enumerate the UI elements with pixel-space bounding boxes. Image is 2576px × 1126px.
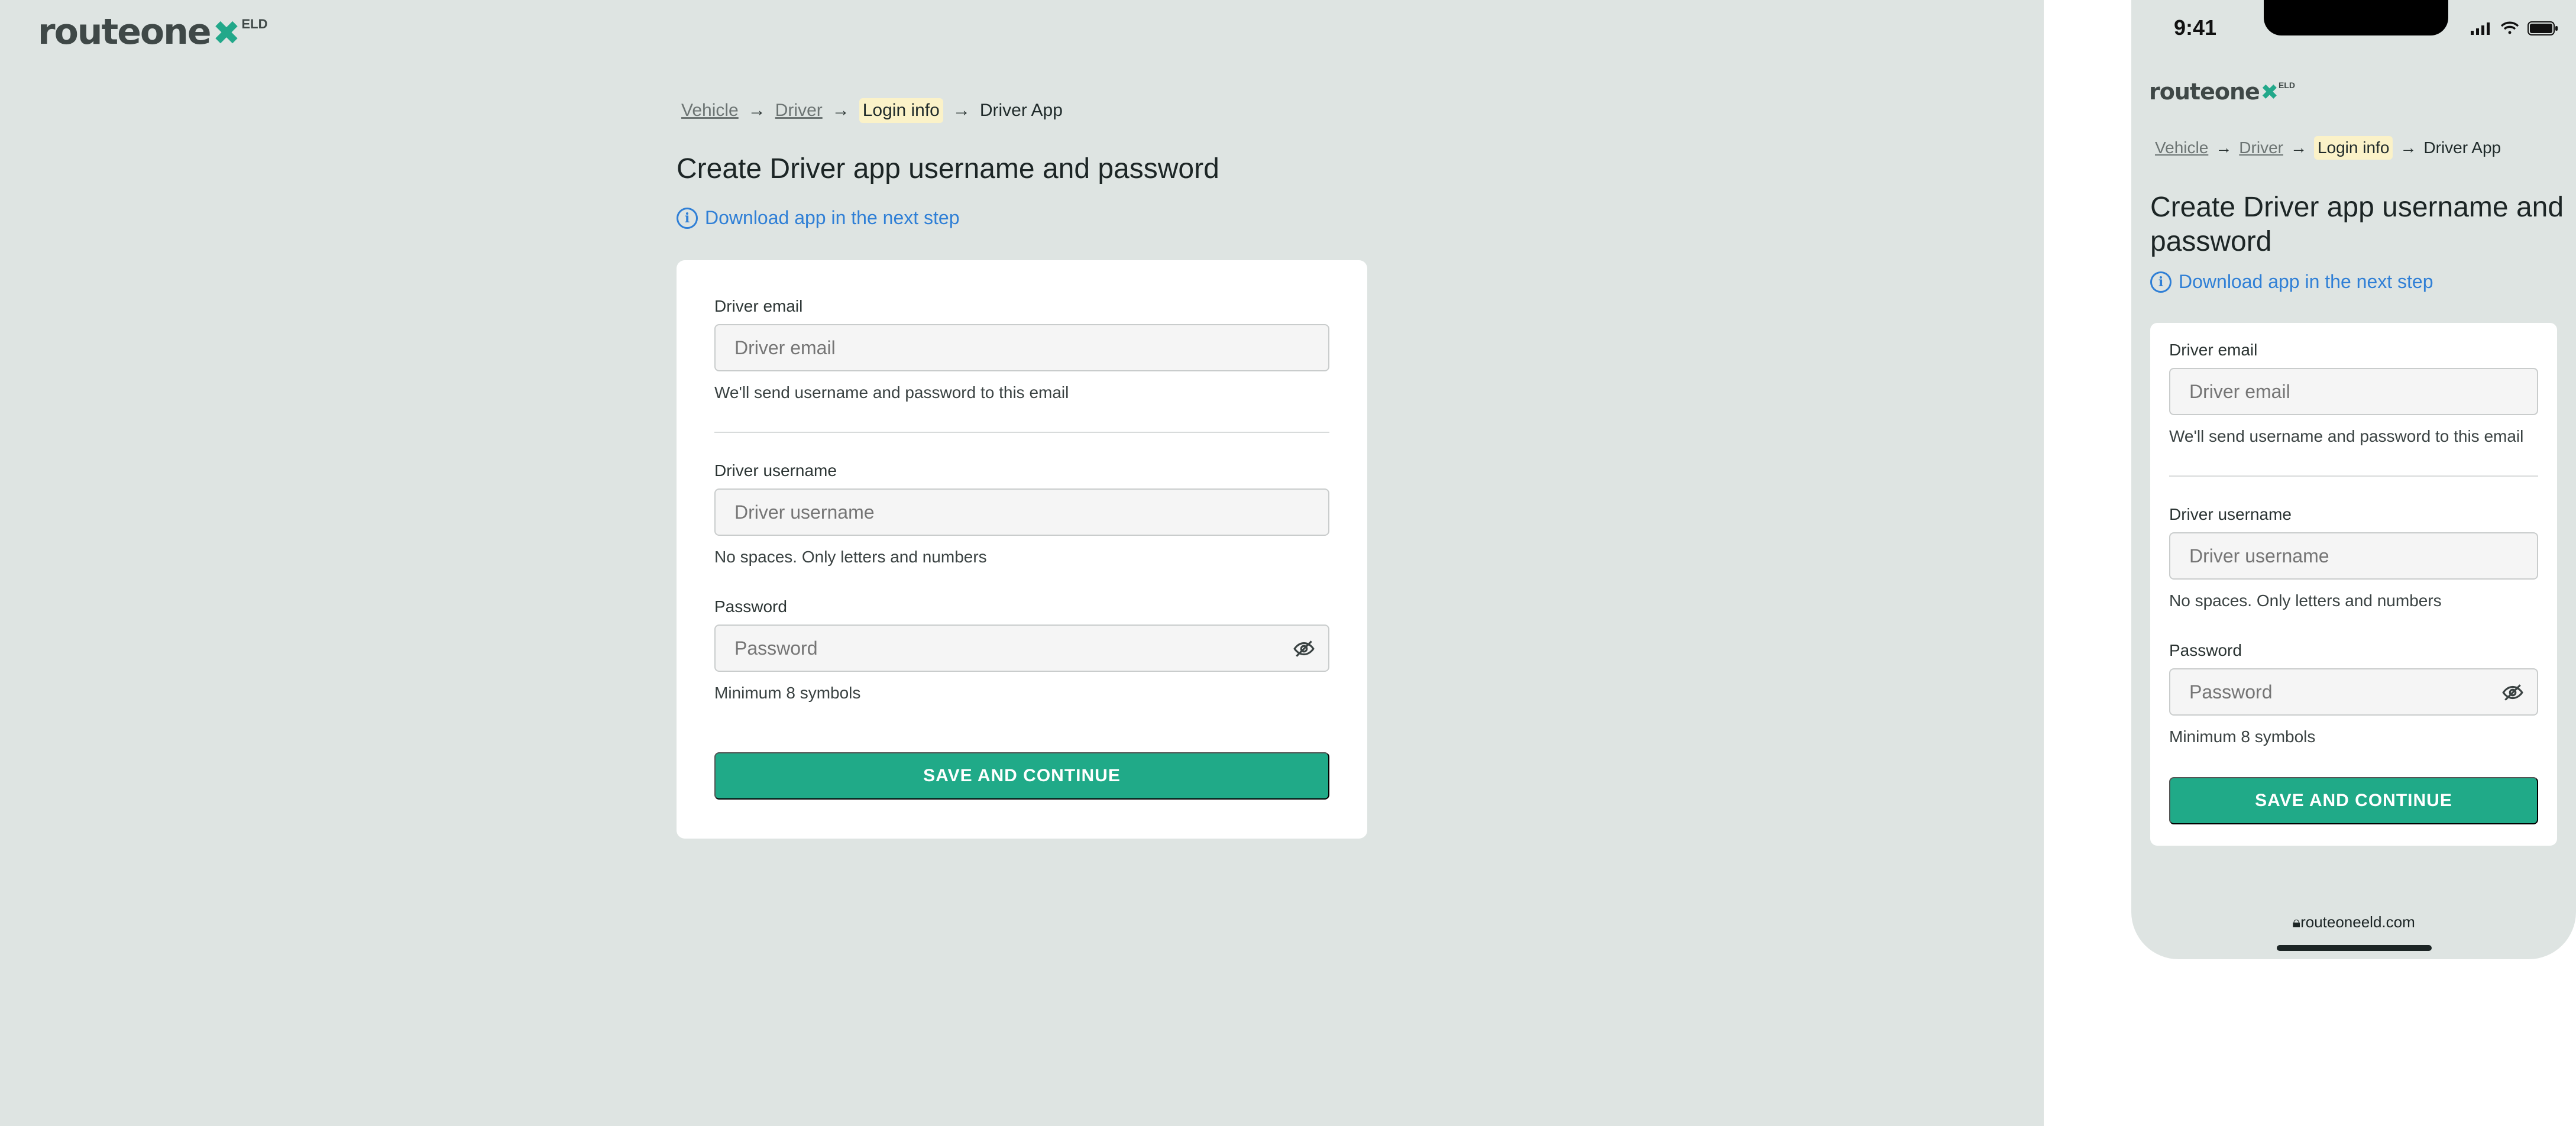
breadcrumb-arrow: → (2290, 138, 2307, 157)
brand-superscript: ELD (2278, 80, 2295, 90)
breadcrumb-driver-app: Driver App (979, 101, 1063, 120)
password-hint: Minimum 8 symbols (714, 684, 861, 702)
username-field[interactable] (714, 488, 1329, 536)
lock-icon: 🔒︎ (2292, 913, 2301, 931)
download-app-link[interactable]: i Download app in the next step (677, 207, 960, 229)
form-divider (2169, 475, 2538, 477)
logo-cross-icon: ✖ (212, 14, 241, 53)
address-bar[interactable]: 🔒︎routeoneeld.com (2131, 913, 2576, 932)
username-label: Driver username (2169, 505, 2292, 523)
brand-superscript: ELD (241, 17, 268, 31)
mobile-preview: 9:41 routeone ✖ ELD Vehicle → Driver → L… (2131, 0, 2576, 959)
username-hint: No spaces. Only letters and numbers (2169, 591, 2442, 610)
username-hint: No spaces. Only letters and numbers (714, 548, 987, 566)
signal-icon (2471, 22, 2490, 35)
email-hint: We'll send username and password to this… (714, 383, 1069, 402)
breadcrumb-login-info-current: Login info (859, 98, 943, 123)
info-icon: i (677, 207, 698, 229)
password-label: Password (714, 597, 787, 616)
brand-logo[interactable]: routeone ✖ ELD (2149, 80, 2295, 105)
breadcrumb-vehicle[interactable]: Vehicle (2155, 138, 2208, 157)
email-field[interactable] (2169, 368, 2538, 415)
email-label: Driver email (2169, 341, 2258, 359)
email-field[interactable] (714, 324, 1329, 371)
breadcrumb-arrow: → (952, 101, 970, 120)
battery-icon (2528, 21, 2558, 35)
breadcrumb-arrow: → (2215, 138, 2232, 157)
url-text: routeoneeld.com (2300, 913, 2415, 931)
breadcrumb-arrow: → (747, 101, 766, 120)
eye-off-icon[interactable] (2501, 681, 2524, 707)
download-app-text: Download app in the next step (2179, 271, 2433, 292)
email-hint: We'll send username and password to this… (2169, 427, 2524, 445)
save-and-continue-button[interactable]: SAVE AND CONTINUE (2169, 777, 2538, 824)
breadcrumb-arrow: → (2400, 138, 2417, 157)
password-field[interactable] (714, 625, 1329, 672)
breadcrumb: Vehicle → Driver → Login info → Driver A… (2155, 136, 2501, 160)
phone-notch (2264, 0, 2448, 35)
login-form-card: Driver email We'll send username and pas… (2150, 323, 2557, 846)
info-icon: i (2150, 271, 2172, 293)
email-label: Driver email (714, 297, 803, 315)
brand-wordmark: routeone (2149, 79, 2260, 105)
password-field[interactable] (2169, 668, 2538, 716)
form-divider (714, 432, 1329, 433)
breadcrumb-vehicle[interactable]: Vehicle (681, 101, 739, 121)
username-label: Driver username (714, 461, 837, 480)
home-indicator (2277, 945, 2432, 951)
breadcrumb-driver[interactable]: Driver (2239, 138, 2283, 157)
logo-cross-icon: ✖ (2260, 80, 2279, 105)
username-field[interactable] (2169, 532, 2538, 580)
brand-logo[interactable]: routeone ✖ ELD (38, 14, 267, 53)
password-label: Password (2169, 641, 2242, 659)
download-app-link[interactable]: i Download app in the next step (2150, 271, 2433, 293)
page-title: Create Driver app username and password (677, 153, 1219, 185)
eye-off-icon[interactable] (1293, 638, 1315, 663)
status-time: 9:41 (2174, 15, 2217, 40)
desktop-view: routeone ✖ ELD Vehicle → Driver → Login … (0, 0, 2044, 1126)
breadcrumb-driver-app: Driver App (2423, 138, 2501, 157)
breadcrumb: Vehicle → Driver → Login info → Driver A… (681, 98, 1063, 123)
brand-wordmark: routeone (38, 11, 212, 53)
status-icons (2471, 21, 2558, 35)
password-hint: Minimum 8 symbols (2169, 727, 2316, 746)
save-and-continue-button[interactable]: SAVE AND CONTINUE (714, 752, 1329, 800)
wifi-icon (2500, 21, 2519, 34)
breadcrumb-login-info-current: Login info (2313, 136, 2393, 160)
page-title: Create Driver app username and password (2150, 192, 2564, 257)
download-app-text: Download app in the next step (705, 207, 960, 228)
breadcrumb-arrow: → (831, 101, 850, 120)
login-form-card: Driver email We'll send username and pas… (677, 260, 1367, 839)
breadcrumb-driver[interactable]: Driver (775, 101, 823, 121)
